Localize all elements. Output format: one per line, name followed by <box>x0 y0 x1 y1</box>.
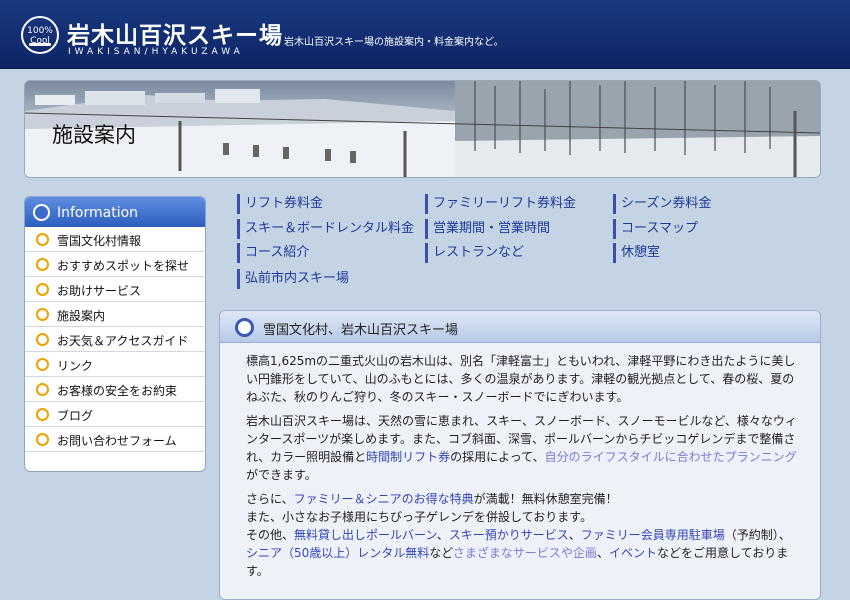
paragraph-text: 、 <box>436 528 449 542</box>
sidebar-item-label: ブログ <box>57 409 94 423</box>
sidebar-item-label: お客様の安全をお約束 <box>57 384 178 398</box>
sidebar: Information 雪国文化村情報 おすすめスポットを探せ お助けサービス … <box>24 196 206 472</box>
link-rest-room[interactable]: 休憩室 <box>613 243 660 263</box>
link-rental-price[interactable]: スキー＆ボードレンタル料金 <box>237 219 414 239</box>
sidebar-heading-text: Information <box>57 205 139 221</box>
sidebar-item-help[interactable]: お助けサービス <box>25 277 205 302</box>
ring-bullet-icon <box>36 333 49 346</box>
sidebar-item-label: おすすめスポットを探せ <box>57 259 190 273</box>
link-course-map[interactable]: コースマップ <box>613 219 698 239</box>
link-family-senior-benefits[interactable]: ファミリー＆シニアのお得な特典 <box>294 492 474 506</box>
sidebar-item-weather-access[interactable]: お天気＆アクセスガイド <box>25 327 205 352</box>
link-family-lift-ticket[interactable]: ファミリーリフト券料金 <box>425 194 576 214</box>
site-title[interactable]: 岩木山百沢スキー場 <box>67 16 283 50</box>
ski-slope-photo <box>25 81 820 177</box>
sidebar-item-links[interactable]: リンク <box>25 352 205 377</box>
link-free-pole-burn[interactable]: 無料貸し出しポールバーン <box>294 528 437 542</box>
sidebar-item-blog[interactable]: ブログ <box>25 402 205 427</box>
page-title: 施設案内 <box>52 123 136 147</box>
paragraph-text: など <box>429 546 453 560</box>
page-banner: 施設案内 <box>24 80 821 178</box>
sidebar-item-safety[interactable]: お客様の安全をお約束 <box>25 377 205 402</box>
link-restaurants[interactable]: レストランなど <box>425 243 524 263</box>
paragraph-text: が満載！無料休憩室完備！ <box>473 492 618 506</box>
logo-badge-top: 100% <box>27 26 53 36</box>
paragraph-text: 、 <box>568 528 581 542</box>
ring-bullet-icon <box>36 258 49 271</box>
link-events[interactable]: イベント <box>609 546 657 560</box>
paragraph-features: 岩木山百沢スキー場は、天然の雪に恵まれ、スキー、スノーボード、スノーモービルなど… <box>246 412 798 484</box>
link-lifestyle-planning[interactable]: 自分のライフスタイルに合わせたプランニング <box>545 450 797 464</box>
circle-bullet-icon <box>235 318 254 337</box>
sidebar-heading: Information <box>25 197 205 227</box>
site-description: 岩木山百沢スキー場の施設案内・料金案内など。 <box>284 37 504 48</box>
sidebar-item-label: 雪国文化村情報 <box>57 234 142 248</box>
logo-badge-icon[interactable]: 100% Cool <box>21 16 59 54</box>
link-season-ticket[interactable]: シーズン券料金 <box>613 194 711 214</box>
link-lift-ticket-price[interactable]: リフト券料金 <box>237 194 323 214</box>
paragraph-text: また、小さなお子様用にちびっ子ゲレンデを併設しております。 <box>246 510 593 524</box>
sidebar-item-contact[interactable]: お問い合わせフォーム <box>25 427 205 452</box>
paragraph-intro: 標高1,625mの二重式火山の岩木山は、別名「津軽富士」ともいわれ、津軽平野にわ… <box>246 354 796 404</box>
link-senior-rental[interactable]: シニア（50歳以上）レンタル無料 <box>246 546 429 560</box>
ring-bullet-icon <box>36 283 49 296</box>
content-panel: 雪国文化村、岩木山百沢スキー場 標高1,625mの二重式火山の岩木山は、別名「津… <box>219 310 821 600</box>
paragraph-text: その他、 <box>246 528 295 542</box>
sidebar-menu: 雪国文化村情報 おすすめスポットを探せ お助けサービス 施設案内 お天気＆アクセ… <box>25 227 205 452</box>
link-ski-storage[interactable]: スキー預かりサービス <box>449 528 569 542</box>
sidebar-item-label: お助けサービス <box>57 284 142 298</box>
link-family-parking[interactable]: ファミリー会員専用駐車場 <box>581 528 725 542</box>
sidebar-item-label: お天気＆アクセスガイド <box>57 334 189 348</box>
sidebar-item-label: リンク <box>57 359 94 373</box>
logo-swoosh-icon <box>29 43 51 46</box>
sidebar-item-label: 施設案内 <box>57 309 106 323</box>
ring-bullet-icon <box>36 358 49 371</box>
link-hirosaki-ski[interactable]: 弘前市内スキー場 <box>237 269 349 289</box>
ring-bullet-icon <box>36 308 49 321</box>
ring-bullet-icon <box>36 383 49 396</box>
sidebar-item-label: お問い合わせフォーム <box>57 434 177 448</box>
paragraph-text: さらに、 <box>246 492 294 506</box>
link-various-services[interactable]: さまざまなサービスや企画 <box>453 546 597 560</box>
paragraph-text: 、 <box>596 546 609 560</box>
paragraph-text: の採用によって、 <box>450 450 545 464</box>
link-hourly-lift-ticket[interactable]: 時間制リフト券 <box>366 450 450 464</box>
ring-bullet-icon <box>36 408 49 421</box>
sidebar-item-snow-village[interactable]: 雪国文化村情報 <box>25 227 205 252</box>
paragraph-services: さらに、ファミリー＆シニアのお得な特典が満載！無料休憩室完備！ また、小さなお子様… <box>246 490 798 580</box>
content-heading: 雪国文化村、岩木山百沢スキー場 <box>220 311 820 343</box>
link-course-intro[interactable]: コース紹介 <box>237 243 309 263</box>
site-header: 100% Cool 岩木山百沢スキー場 IWAKISAN/HYAKUZAWA 岩… <box>0 0 850 69</box>
paragraph-text: ができます。 <box>246 468 317 482</box>
paragraph-text: （予約制）、 <box>724 528 791 542</box>
ring-bullet-icon <box>36 433 49 446</box>
content-heading-text: 雪国文化村、岩木山百沢スキー場 <box>263 323 459 338</box>
ring-bullet-icon <box>36 233 49 246</box>
link-business-hours[interactable]: 営業期間・営業時間 <box>425 219 550 239</box>
sidebar-item-facilities[interactable]: 施設案内 <box>25 302 205 327</box>
sidebar-item-spots[interactable]: おすすめスポットを探せ <box>25 252 205 277</box>
site-subtitle: IWAKISAN/HYAKUZAWA <box>68 47 244 57</box>
circle-bullet-icon <box>33 204 50 221</box>
